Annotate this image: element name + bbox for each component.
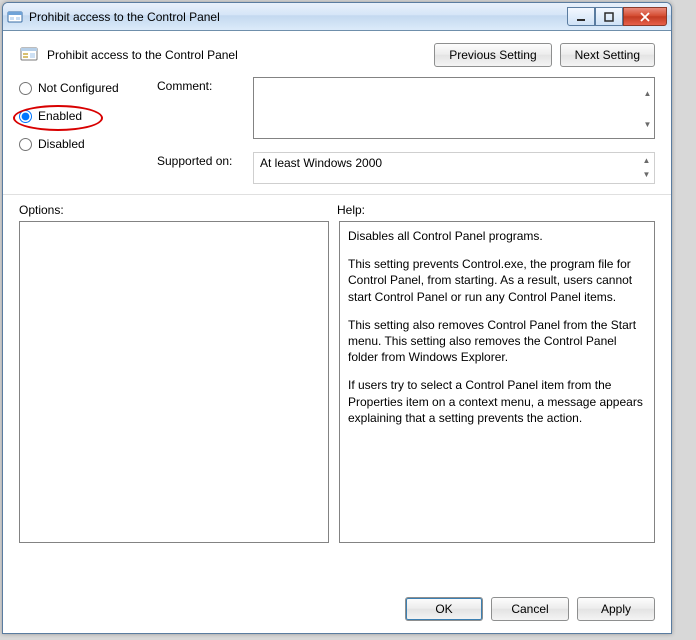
scroll-down-icon[interactable]: ▼ [641,110,654,142]
supported-wrap: At least Windows 2000 ▲ ▼ [253,152,655,184]
scroll-up-icon[interactable]: ▲ [640,154,653,168]
header-row: Prohibit access to the Control Panel Pre… [3,31,671,73]
next-setting-button[interactable]: Next Setting [560,43,655,67]
supported-on-value: At least Windows 2000 [260,156,382,170]
previous-setting-button[interactable]: Previous Setting [434,43,551,67]
help-label: Help: [337,203,365,217]
dialog-body: Prohibit access to the Control Panel Pre… [3,31,671,633]
cancel-button[interactable]: Cancel [491,597,569,621]
help-paragraph: If users try to select a Control Panel i… [348,377,646,426]
minimize-button[interactable] [567,7,595,26]
app-icon [7,9,23,25]
help-paragraph: This setting prevents Control.exe, the p… [348,256,646,305]
columns-labels: Options: Help: [3,195,671,221]
supported-label: Supported on: [157,152,247,184]
page-title: Prohibit access to the Control Panel [47,48,434,62]
apply-button[interactable]: Apply [577,597,655,621]
dialog-window: Prohibit access to the Control Panel [2,2,672,634]
radio-not-configured[interactable]: Not Configured [19,81,157,95]
columns: Disables all Control Panel programs. Thi… [3,221,671,587]
window-controls [567,7,667,26]
radio-disabled-input[interactable] [19,138,32,151]
help-paragraph: Disables all Control Panel programs. [348,228,646,244]
top-section: Not Configured Enabled Disabled Comment: [3,73,671,195]
comment-textarea[interactable] [253,77,655,139]
comment-wrap: ▲ ▼ [253,77,655,142]
options-panel[interactable] [19,221,329,543]
radio-disabled-label: Disabled [38,137,85,151]
help-paragraph: This setting also removes Control Panel … [348,317,646,366]
supported-scroll[interactable]: ▲ ▼ [640,154,653,182]
footer-buttons: OK Cancel Apply [3,587,671,633]
help-panel[interactable]: Disables all Control Panel programs. Thi… [339,221,655,543]
titlebar[interactable]: Prohibit access to the Control Panel [3,3,671,31]
radio-enabled-input[interactable] [19,110,32,123]
options-label: Options: [19,203,337,217]
ok-button[interactable]: OK [405,597,483,621]
radio-not-configured-label: Not Configured [38,81,119,95]
nav-buttons: Previous Setting Next Setting [434,43,655,67]
policy-icon [19,45,39,65]
maximize-button[interactable] [595,7,623,26]
radio-disabled[interactable]: Disabled [19,137,157,151]
state-radio-group: Not Configured Enabled Disabled [19,77,157,184]
comment-scroll[interactable]: ▲ ▼ [641,78,654,141]
supported-on-box: At least Windows 2000 ▲ ▼ [253,152,655,184]
scroll-up-icon[interactable]: ▲ [641,78,654,110]
close-button[interactable] [623,7,667,26]
comment-label: Comment: [157,77,247,142]
radio-not-configured-input[interactable] [19,82,32,95]
window-title: Prohibit access to the Control Panel [29,10,567,24]
fields-grid: Comment: ▲ ▼ Supported on: At least Wind… [157,77,655,184]
scroll-down-icon[interactable]: ▼ [640,168,653,182]
radio-enabled[interactable]: Enabled [19,109,157,123]
radio-enabled-label: Enabled [38,109,82,123]
